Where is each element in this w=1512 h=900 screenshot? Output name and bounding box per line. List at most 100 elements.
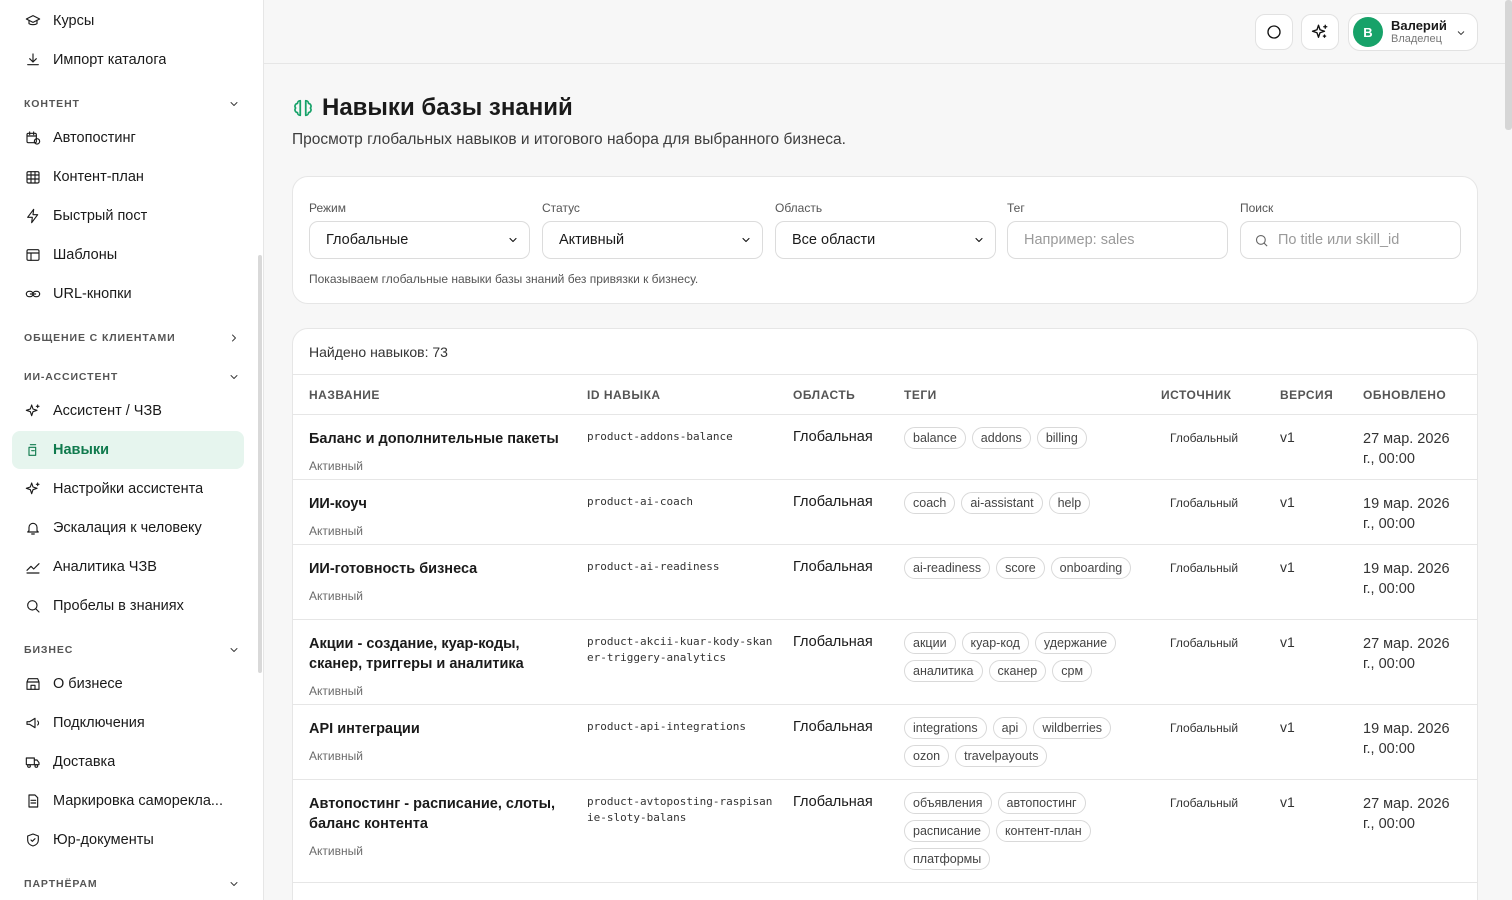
sidebar-item-label: Контент-план [53,169,144,185]
tag-chip: score [996,557,1045,579]
section-partners[interactable]: ПАРТНЁРАМ [24,874,240,894]
table-row[interactable]: Акции - создание, куар-коды, сканер, три… [293,620,1477,705]
sidebar-item-about-business[interactable]: О бизнесе [12,665,244,703]
sidebar-item-label: Аналитика ЧЗВ [53,559,157,575]
search-label: Поиск [1240,201,1274,215]
mode-value: Глобальные [326,232,409,248]
sidebar-item-assistant-settings[interactable]: Настройки ассистента [12,470,244,508]
sidebar-item-ad-marking[interactable]: Маркировка самореклa... [12,782,244,820]
page-scrollbar[interactable] [1505,0,1512,130]
user-menu[interactable]: В Валерий Владелец [1348,13,1478,51]
sidebar-item-catalog-import[interactable]: Импорт каталога [12,41,244,79]
sidebar-item-delivery[interactable]: Доставка [12,743,244,781]
skill-source: Глобальный [1170,721,1239,735]
ai-button[interactable] [1301,14,1339,50]
skill-area: Глобальная [793,634,873,650]
sidebar-item-url-buttons[interactable]: URL-кнопки [12,275,244,313]
table-row[interactable]: Баланс и дополнительные пакеты Активный pr… [293,415,1477,480]
col-area[interactable]: ОБЛАСТЬ [793,388,855,402]
tag-input[interactable] [1007,221,1228,259]
calendar-clock-icon [24,129,42,147]
bell-icon [24,519,42,537]
table-row[interactable]: ИИ-коуч Активный product-ai-coach Глобальна… [293,480,1477,545]
megaphone-icon [24,714,42,732]
skill-tags: ai-readiness score onboarding [904,557,1144,579]
tag-chip: addons [971,427,1031,449]
sidebar-item-knowledge-gaps[interactable]: Пробелы в знаниях [12,587,244,625]
col-tags[interactable]: ТЕГИ [904,388,937,402]
sidebar-item-label: Шаблоны [53,247,118,263]
section-customer-communication[interactable]: ОБЩЕНИЕ С КЛИЕНТАМИ [24,328,240,348]
sidebar-scrollbar[interactable] [258,255,262,673]
table-header: НАЗВАНИЕ ID НАВЫКА ОБЛАСТЬ ТЕГИ ИСТОЧНИК… [293,374,1477,415]
area-select[interactable]: Все области [775,221,996,259]
tag-chip: аналитика [904,660,983,682]
sidebar-item-label: Ассистент / ЧЗВ [53,403,162,419]
tag-chip: автопостинг [997,792,1086,814]
sidebar-item-quick-post[interactable]: Быстрый пост [12,197,244,235]
sidebar-item-templates[interactable]: Шаблоны [12,236,244,274]
document-icon [24,792,42,810]
chevron-down-icon [230,648,238,652]
col-updated[interactable]: ОБНОВЛЕНО [1363,388,1446,402]
tag-chip: срм [1052,660,1093,682]
skill-name[interactable]: ИИ-готовность бизнеса [309,559,569,579]
skill-id: product-ai-coach [587,495,693,508]
sidebar-item-legal-docs[interactable]: Юр-документы [12,821,244,859]
section-ai-assistant[interactable]: ИИ-АССИСТЕНТ [24,367,240,387]
skill-source: Глобальный [1170,636,1239,650]
theme-toggle-button[interactable] [1255,14,1293,50]
skill-area: Глобальная [793,494,873,510]
skill-name[interactable]: Автопостинг - расписание, слоты, баланс … [309,794,569,834]
sidebar-item-connections[interactable]: Подключения [12,704,244,742]
trend-icon [24,558,42,576]
search-input[interactable] [1240,221,1461,259]
skill-name[interactable]: Баланс и дополнительные пакеты [309,429,569,449]
sidebar-item-label: Эскалация к человеку [53,520,202,536]
graduation-cap-icon [24,12,42,30]
col-source[interactable]: ИСТОЧНИК [1161,388,1231,402]
tag-chip: travelpayouts [955,745,1048,767]
chevron-down-icon [509,237,517,243]
skill-id: product-api-integrations [587,720,746,733]
skill-name[interactable]: API интеграции [309,719,569,739]
skill-id: product-avtoposting-raspisanie-sloty-bal… [587,795,773,824]
skill-icon [24,441,42,459]
status-value: Активный [559,232,625,248]
skill-tags: coach ai-assistant help [904,492,1144,514]
sparkles-icon [1311,24,1328,38]
mode-select[interactable]: Глобальные [309,221,530,259]
sidebar-item-human-escalation[interactable]: Эскалация к человеку [12,509,244,547]
sidebar-item-faq-analytics[interactable]: Аналитика ЧЗВ [12,548,244,586]
sidebar-item-autoposting[interactable]: Автопостинг [12,119,244,157]
status-select[interactable]: Активный [542,221,763,259]
skill-updated: 19 мар. 2026 г., 00:00 [1363,561,1450,597]
skill-status: Активный [309,459,363,473]
circle-icon [1267,25,1281,39]
chevron-down-icon [230,102,238,106]
sidebar-item-assistant-faq[interactable]: Ассистент / ЧЗВ [12,392,244,430]
section-content[interactable]: КОНТЕНТ [24,94,240,114]
table-row[interactable]: ИИ-готовность бизнеса Активный product-ai-… [293,545,1477,620]
shield-icon [24,831,42,849]
area-value: Все области [792,232,876,248]
skill-name[interactable]: Акции - создание, куар-коды, сканер, три… [309,634,569,674]
sidebar-item-content-plan[interactable]: Контент-план [12,158,244,196]
section-business[interactable]: БИЗНЕС [24,640,240,660]
sidebar-item-skills[interactable]: Навыки [12,431,244,469]
skill-name[interactable]: ИИ-коуч [309,494,569,514]
table-row[interactable]: API интеграции Активный product-api-integr… [293,705,1477,780]
col-version[interactable]: ВЕРСИЯ [1280,388,1333,402]
chevron-down-icon [975,237,983,243]
table-row[interactable]: Автопостинг - расписание, слоты, баланс … [293,780,1477,883]
tag-chip: ozon [904,745,950,767]
tag-chip: coach [904,492,956,514]
col-name[interactable]: НАЗВАНИЕ [309,388,380,402]
sparkles-icon [24,402,42,420]
col-id[interactable]: ID НАВЫКА [587,388,661,402]
sidebar-item-label: Пробелы в знаниях [53,598,184,614]
user-name: Валерий [1391,17,1447,33]
calendar-grid-icon [24,168,42,186]
skill-version: v1 [1280,719,1295,735]
sidebar-item-courses[interactable]: Курсы [12,2,244,40]
